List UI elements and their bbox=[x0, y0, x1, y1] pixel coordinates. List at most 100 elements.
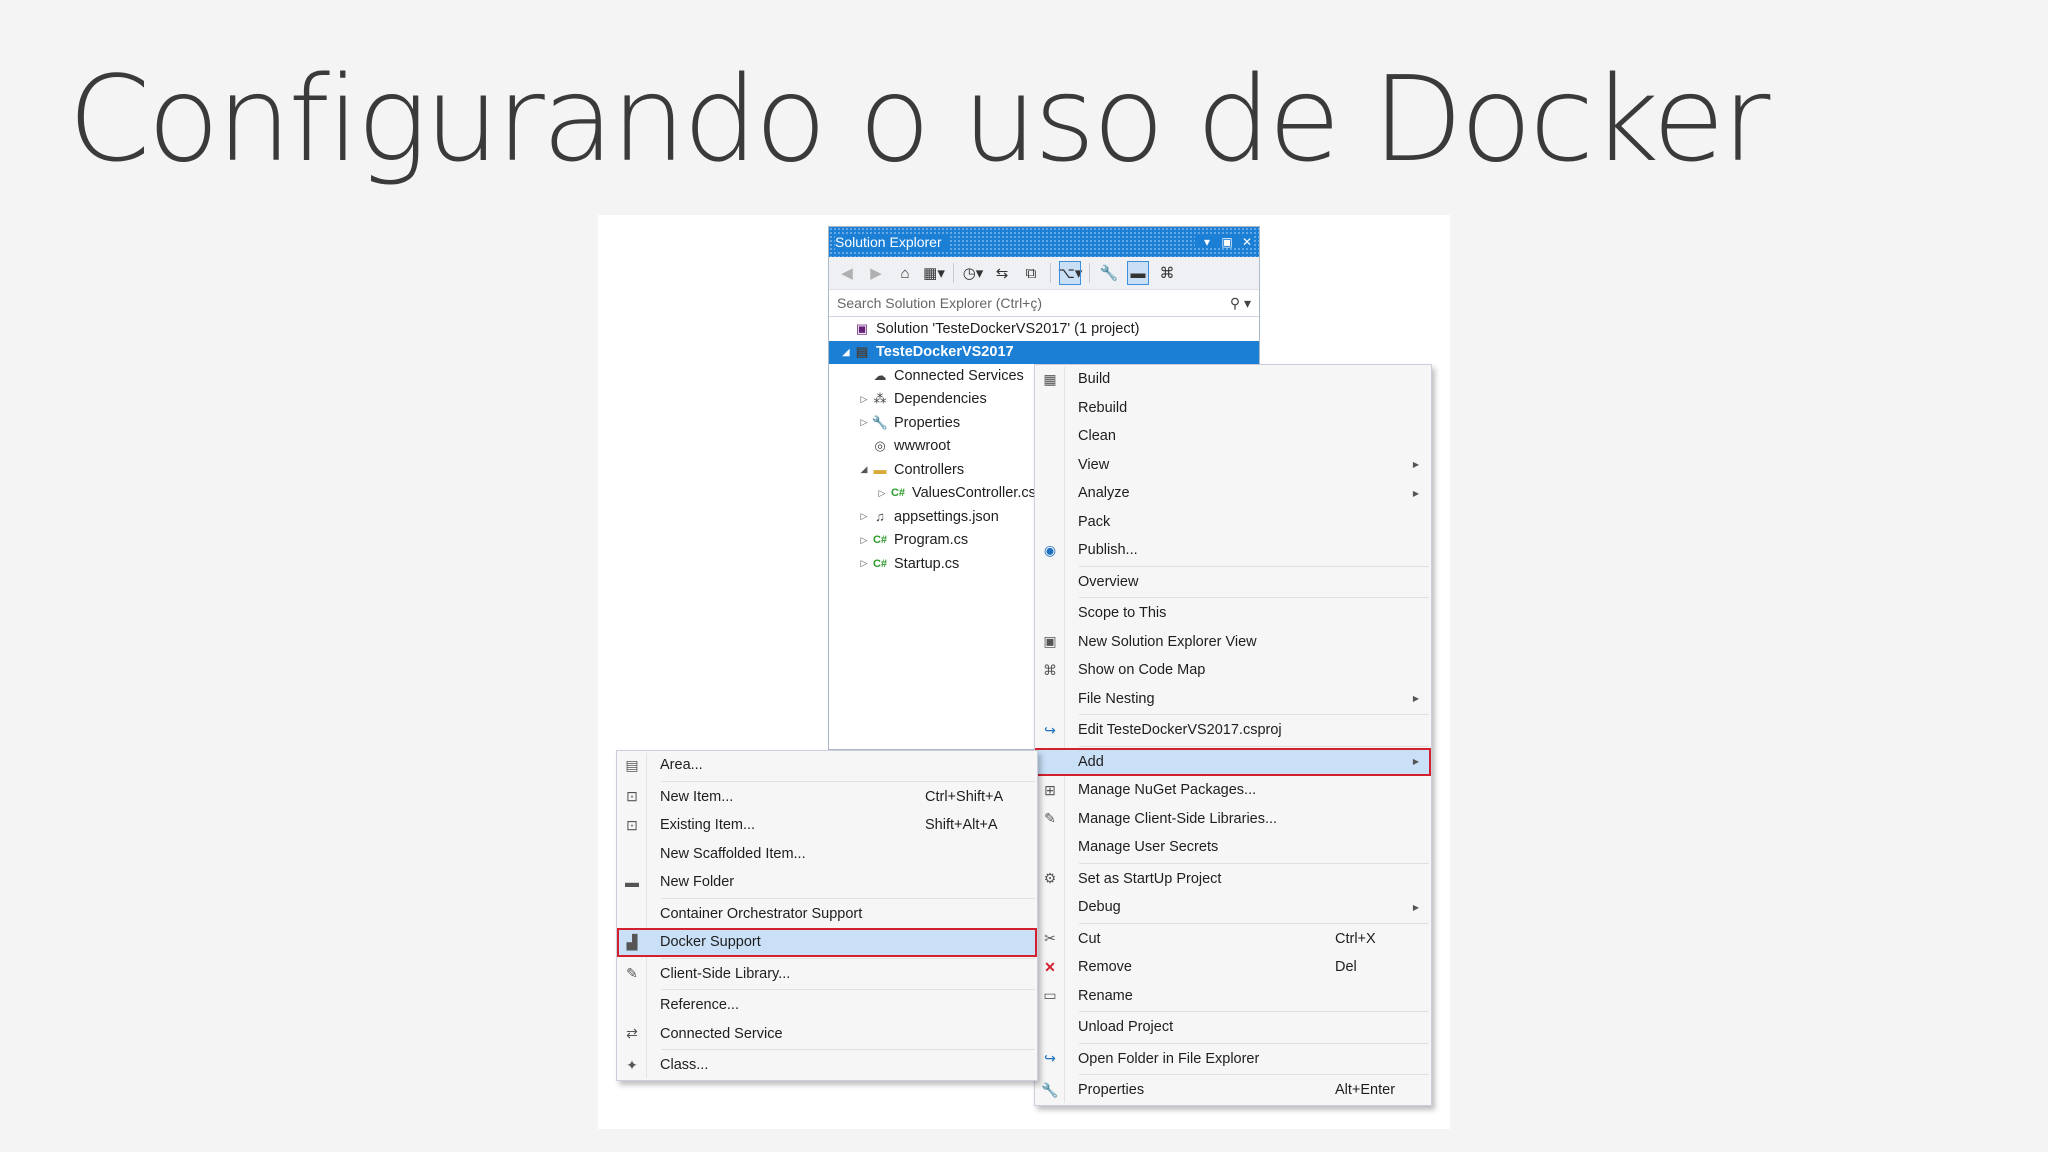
maximize-icon[interactable]: ▣ bbox=[1221, 236, 1233, 248]
menu-item[interactable]: Overview bbox=[1035, 568, 1431, 597]
menu-item[interactable]: ◉ Publish... bbox=[1035, 536, 1431, 565]
dropdown-icon[interactable]: ▾ bbox=[1201, 236, 1213, 248]
menu-item-label: New Folder bbox=[660, 874, 735, 891]
toolbar-separator bbox=[1050, 263, 1051, 283]
menu-item[interactable]: Manage User Secrets bbox=[1035, 833, 1431, 862]
menu-item[interactable]: ✦ Class... bbox=[617, 1051, 1037, 1080]
menu-item-label: View bbox=[1078, 456, 1110, 473]
menu-item[interactable]: ↪ Edit TesteDockerVS2017.csproj bbox=[1035, 716, 1431, 745]
menu-item[interactable]: Rebuild bbox=[1035, 394, 1431, 423]
menu-item-label: Scope to This bbox=[1078, 605, 1167, 622]
expand-arrow-icon[interactable]: ▷ bbox=[857, 417, 871, 428]
show-all-files-icon[interactable]: ⌥▾ bbox=[1058, 261, 1082, 285]
menu-item[interactable]: ▣ New Solution Explorer View bbox=[1035, 628, 1431, 657]
client-lib-icon: ✎ bbox=[626, 965, 638, 982]
nuget-icon: ⊞ bbox=[1044, 781, 1056, 798]
csharp-icon: C# bbox=[872, 534, 888, 547]
menu-item[interactable]: New Scaffolded Item... bbox=[617, 840, 1037, 869]
menu-item[interactable]: File Nesting ▶ bbox=[1035, 685, 1431, 714]
menu-item[interactable]: Unload Project bbox=[1035, 1013, 1431, 1042]
expand-arrow-icon[interactable]: ▷ bbox=[857, 394, 871, 405]
globe-icon: ◎ bbox=[874, 438, 886, 454]
tree-item-label: wwwroot bbox=[894, 438, 951, 455]
menu-item[interactable]: Debug ▶ bbox=[1035, 893, 1431, 922]
search-icon[interactable]: ⚲ ▾ bbox=[1230, 295, 1251, 312]
back-icon[interactable]: ◀ bbox=[837, 262, 857, 284]
menu-item[interactable]: Pack bbox=[1035, 508, 1431, 537]
menu-item[interactable]: Container Orchestrator Support bbox=[617, 900, 1037, 929]
menu-item[interactable]: ✂ Cut Ctrl+X bbox=[1035, 925, 1431, 954]
pending-changes-icon[interactable]: ◷▾ bbox=[963, 262, 984, 284]
menu-item[interactable]: View ▶ bbox=[1035, 451, 1431, 480]
tree-item[interactable]: ◢ ▤ TesteDockerVS2017 bbox=[829, 340, 1259, 364]
menu-item-label: New Solution Explorer View bbox=[1078, 633, 1257, 650]
collapse-all-icon[interactable]: ⧉ bbox=[1021, 262, 1041, 284]
solution-icon: ▣ bbox=[855, 320, 869, 336]
search-box[interactable]: Search Solution Explorer (Ctrl+ç) ⚲ ▾ bbox=[829, 290, 1259, 317]
sync-icon[interactable]: ⇆ bbox=[992, 262, 1012, 284]
class-icon: ✦ bbox=[626, 1056, 638, 1073]
expand-arrow-icon[interactable]: ▷ bbox=[857, 535, 871, 546]
menu-item[interactable]: ▭ Rename bbox=[1035, 982, 1431, 1011]
search-input[interactable]: Search Solution Explorer (Ctrl+ç) bbox=[837, 295, 1042, 311]
expand-arrow-icon[interactable]: ◢ bbox=[857, 464, 871, 475]
menu-item-label: Client-Side Library... bbox=[660, 965, 791, 982]
preview-icon[interactable]: ▬ bbox=[1127, 261, 1149, 285]
menu-item[interactable]: Scope to This bbox=[1035, 599, 1431, 628]
toolbar-separator bbox=[1089, 263, 1090, 283]
menu-item[interactable]: ▦ Build bbox=[1035, 365, 1431, 394]
code-map-icon[interactable]: ⌘ bbox=[1157, 262, 1177, 284]
tree-item-label: Program.cs bbox=[894, 532, 969, 549]
menu-item[interactable]: ⚙ Set as StartUp Project bbox=[1035, 865, 1431, 894]
properties-wrench-icon[interactable]: 🔧 bbox=[1099, 262, 1119, 284]
expand-arrow-icon[interactable]: ▷ bbox=[857, 511, 871, 522]
menu-item[interactable]: ▤ Area... bbox=[617, 751, 1037, 780]
menu-separator bbox=[661, 780, 1035, 782]
menu-item[interactable]: Add ▶ bbox=[1035, 747, 1431, 776]
menu-item[interactable]: ▬ New Folder bbox=[617, 868, 1037, 897]
menu-item[interactable]: 🔧 Properties Alt+Enter bbox=[1035, 1076, 1431, 1105]
expand-arrow-icon[interactable]: ◢ bbox=[839, 347, 853, 358]
menu-item-shortcut: Ctrl+X bbox=[1335, 930, 1376, 947]
menu-item[interactable]: ⇄ Connected Service bbox=[617, 1020, 1037, 1049]
tree-item[interactable]: ▣ Solution 'TesteDockerVS2017' (1 project… bbox=[829, 317, 1259, 341]
submenu-arrow-icon: ▶ bbox=[1412, 902, 1419, 912]
expand-arrow-icon[interactable]: ▷ bbox=[857, 558, 871, 569]
menu-item-label: Docker Support bbox=[660, 934, 761, 951]
expand-arrow-icon[interactable]: ▷ bbox=[875, 488, 889, 499]
menu-item[interactable]: ✎ Manage Client-Side Libraries... bbox=[1035, 805, 1431, 834]
menu-item-label: Overview bbox=[1078, 573, 1139, 590]
menu-item[interactable]: ⊞ Manage NuGet Packages... bbox=[1035, 776, 1431, 805]
folder-icon: ▬ bbox=[873, 462, 887, 478]
menu-item-label: Properties bbox=[1078, 1082, 1145, 1099]
menu-item[interactable]: ✕ Remove Del bbox=[1035, 953, 1431, 982]
menu-separator bbox=[1079, 745, 1429, 747]
publish-icon: ◉ bbox=[1043, 541, 1057, 558]
menu-item-label: Build bbox=[1078, 371, 1111, 388]
tree-item-label: Connected Services bbox=[894, 367, 1024, 384]
menu-item-label: Rename bbox=[1078, 987, 1133, 1004]
menu-item-label: Manage NuGet Packages... bbox=[1078, 782, 1257, 799]
connected-service-icon: ⇄ bbox=[626, 1025, 638, 1042]
menu-item[interactable]: ⊡ New Item... Ctrl+Shift+A bbox=[617, 783, 1037, 812]
menu-item[interactable]: ⌘ Show on Code Map bbox=[1035, 656, 1431, 685]
menu-item[interactable]: Reference... bbox=[617, 991, 1037, 1020]
menu-separator bbox=[1079, 714, 1429, 715]
solution-explorer-title: Solution Explorer bbox=[835, 234, 948, 250]
menu-item[interactable]: ▟ Docker Support bbox=[617, 928, 1037, 957]
menu-item-shortcut: Ctrl+Shift+A bbox=[925, 788, 1004, 805]
switch-views-icon[interactable]: ▦▾ bbox=[923, 262, 945, 284]
menu-item[interactable]: ↪ Open Folder in File Explorer bbox=[1035, 1045, 1431, 1074]
menu-item[interactable]: Clean bbox=[1035, 422, 1431, 451]
client-lib-icon: ✎ bbox=[1044, 810, 1056, 827]
close-icon[interactable]: ✕ bbox=[1241, 236, 1253, 248]
code-map-icon: ⌘ bbox=[1043, 661, 1057, 678]
menu-item-label: New Item... bbox=[660, 788, 734, 805]
menu-item[interactable]: ✎ Client-Side Library... bbox=[617, 960, 1037, 989]
menu-item[interactable]: ⊡ Existing Item... Shift+Alt+A bbox=[617, 811, 1037, 840]
home-icon[interactable]: ⌂ bbox=[895, 262, 915, 284]
menu-item[interactable]: Analyze ▶ bbox=[1035, 479, 1431, 508]
menu-item-label: Add bbox=[1078, 753, 1104, 770]
edit-project-icon: ↪ bbox=[1044, 721, 1056, 738]
forward-icon[interactable]: ▶ bbox=[866, 262, 886, 284]
